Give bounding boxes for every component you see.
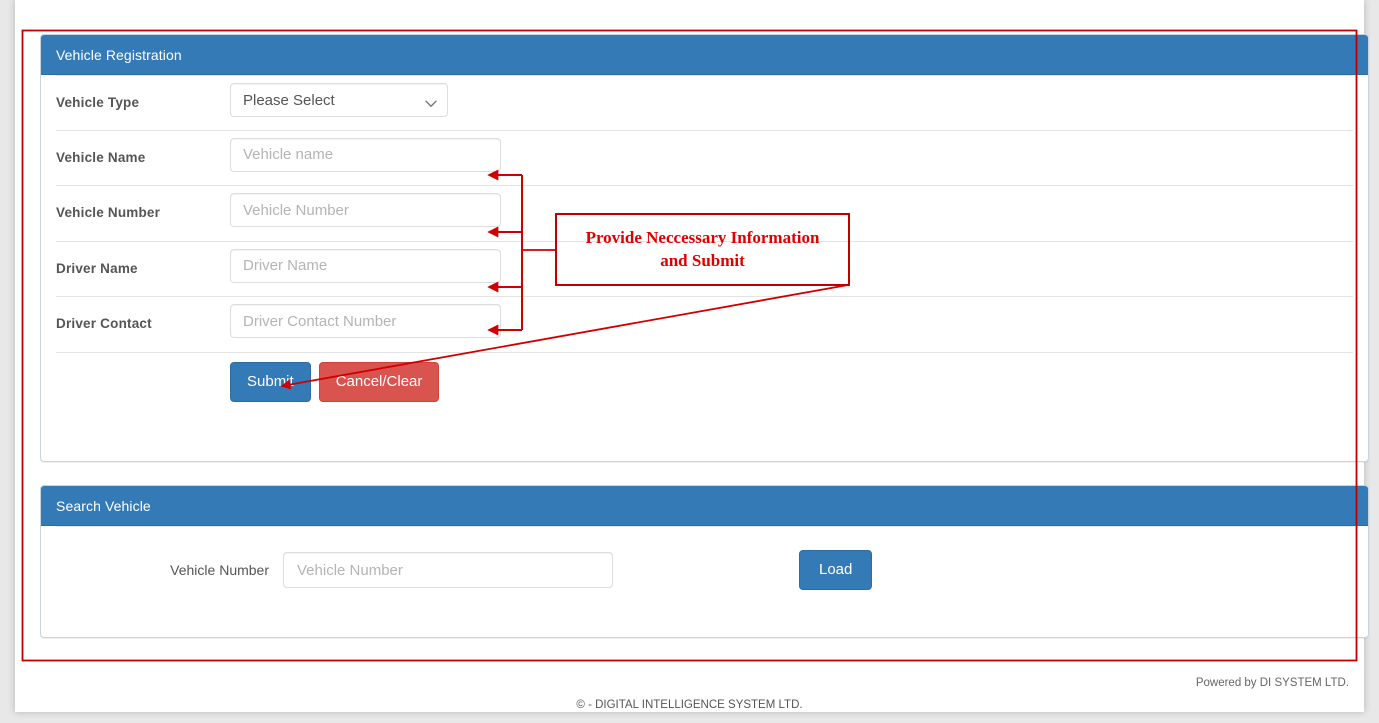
label-driver-name: Driver Name [56,260,138,276]
form-row-vehicle-name: Vehicle Name [56,131,1353,186]
vehicle-registration-panel-heading: Vehicle Registration [41,35,1368,75]
field-wrap-driver-name [230,242,501,283]
field-wrap-vehicle-name [230,131,501,172]
footer-powered-by: Powered by DI SYSTEM LTD. [1195,677,1349,689]
label-vehicle-name: Vehicle Name [56,149,146,165]
search-row: Vehicle Number Load [56,526,1353,590]
vehicle-type-select[interactable]: Please Select [230,83,448,117]
form-row-driver-name: Driver Name [56,242,1353,297]
field-wrap-vehicle-number [230,186,501,227]
vehicle-name-input[interactable] [230,137,501,172]
search-vehicle-panel: Search Vehicle Vehicle Number Load [40,485,1369,638]
driver-name-input[interactable] [230,248,501,283]
submit-button[interactable]: Submit [230,361,311,402]
vehicle-number-input[interactable] [230,193,501,227]
form-row-vehicle-type: Vehicle Type Please Select [56,75,1353,131]
form-row-vehicle-number: Vehicle Number [56,186,1353,242]
footer-copyright: © - DIGITAL INTELLIGENCE SYSTEM LTD. [576,699,803,711]
label-vehicle-type: Vehicle Type [56,95,140,110]
label-vehicle-number: Vehicle Number [56,205,161,220]
field-wrap-driver-contact [230,297,501,338]
vehicle-registration-title: Vehicle Registration [56,46,182,63]
search-vehicle-panel-heading: Search Vehicle [41,486,1368,526]
registration-actions: Submit Cancel/Clear [56,353,1353,411]
vehicle-type-select-wrap: Please Select [230,83,448,117]
page-sheet: Vehicle Registration Vehicle Type Please… [15,0,1369,712]
vehicle-registration-panel: Vehicle Registration Vehicle Type Please… [40,34,1369,462]
field-wrap-vehicle-type: Please Select [230,76,448,117]
label-search-vehicle-number: Vehicle Number [170,562,269,578]
search-vehicle-panel-body: Vehicle Number Load [41,526,1368,590]
vehicle-registration-panel-body: Vehicle Type Please Select Vehicle Name … [41,75,1368,411]
search-vehicle-number-input[interactable] [283,552,613,588]
cancel-clear-button[interactable]: Cancel/Clear [318,361,440,402]
label-driver-contact: Driver Contact [56,316,152,331]
load-button[interactable]: Load [799,550,873,590]
search-vehicle-title: Search Vehicle [56,497,151,514]
app-page: Vehicle Registration Vehicle Type Please… [0,0,1379,723]
form-row-driver-contact: Driver Contact [56,297,1353,353]
driver-contact-input[interactable] [230,304,501,338]
load-button-slot: Load [799,550,873,590]
